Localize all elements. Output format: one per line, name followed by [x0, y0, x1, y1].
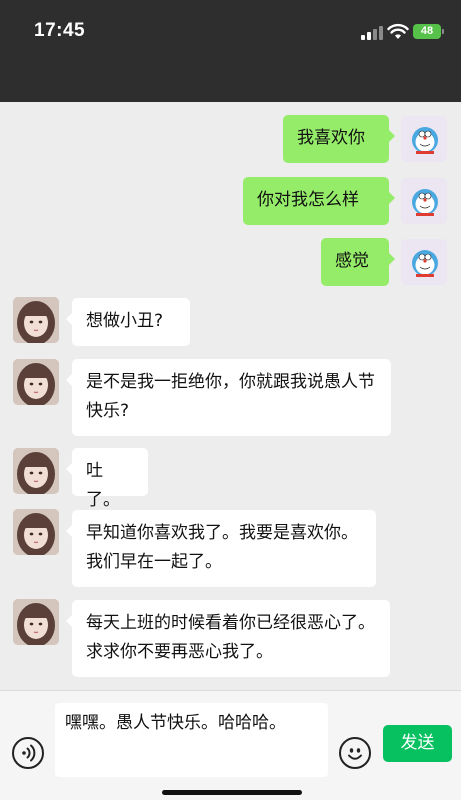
composer-bar: 嘿嘿。愚人节快乐。哈哈哈。 发送 [0, 690, 461, 800]
contact-avatar[interactable] [13, 297, 59, 343]
status-bar: 17:45 48 [0, 0, 461, 102]
contact-avatar[interactable] [13, 359, 59, 405]
home-indicator[interactable] [162, 790, 302, 795]
message-bubble-received[interactable]: 是不是我一拒绝你，你就跟我说愚人节快乐? [66, 359, 391, 436]
message-input[interactable]: 嘿嘿。愚人节快乐。哈哈哈。 [55, 703, 328, 777]
girl-portrait-avatar-icon [13, 509, 59, 555]
doraemon-avatar-icon [412, 250, 438, 277]
battery-icon: 48 [413, 24, 444, 39]
my-avatar[interactable] [401, 178, 447, 224]
smiley-icon [348, 748, 362, 760]
status-time: 17:45 [34, 20, 86, 41]
message-bubble-sent[interactable]: 我喜欢你 [283, 115, 395, 163]
my-avatar[interactable] [401, 116, 447, 162]
contact-avatar[interactable] [13, 599, 59, 645]
contact-avatar[interactable] [13, 448, 59, 494]
chat-message-list[interactable]: 我喜欢你 你对我怎么样 感觉 想做小丑? 是不是我一拒绝你，你就跟我说愚人节快乐… [0, 102, 461, 690]
message-bubble-received[interactable]: 吐了。 [66, 448, 148, 510]
doraemon-avatar-icon [412, 189, 438, 216]
cellular-signal-icon [361, 26, 383, 40]
message-bubble-sent[interactable]: 你对我怎么样 [243, 177, 395, 225]
wifi-icon [387, 23, 409, 39]
message-bubble-received[interactable]: 早知道你喜欢我了。我要是喜欢你。我们早在一起了。 [66, 510, 376, 587]
my-avatar[interactable] [401, 239, 447, 285]
voice-input-button[interactable] [12, 737, 44, 769]
message-bubble-sent[interactable]: 感觉 [321, 238, 395, 286]
send-button[interactable]: 发送 [383, 725, 452, 762]
voice-wave-icon [22, 744, 36, 762]
girl-portrait-avatar-icon [13, 297, 59, 343]
girl-portrait-avatar-icon [13, 359, 59, 405]
message-bubble-received[interactable]: 每天上班的时候看着你已经很恶心了。求求你不要再恶心我了。 [66, 600, 390, 677]
girl-portrait-avatar-icon [13, 448, 59, 494]
girl-portrait-avatar-icon [13, 599, 59, 645]
contact-avatar[interactable] [13, 509, 59, 555]
message-bubble-received[interactable]: 想做小丑? [66, 298, 190, 346]
doraemon-avatar-icon [412, 127, 438, 154]
emoji-button[interactable] [339, 737, 371, 769]
